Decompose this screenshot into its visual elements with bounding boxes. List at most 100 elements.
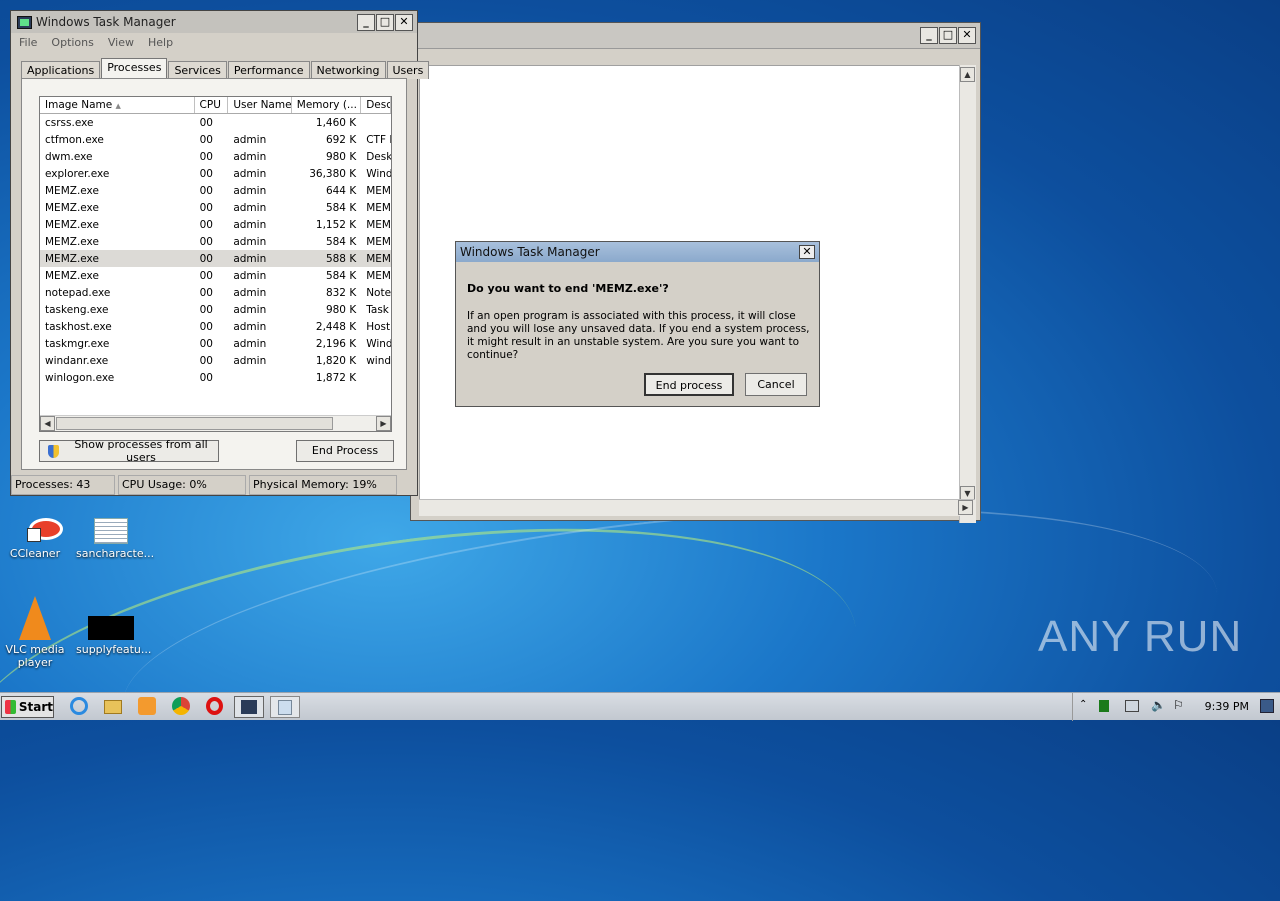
menu-view[interactable]: View: [108, 36, 134, 49]
table-row[interactable]: explorer.exe 00 admin 36,380 K Wind: [40, 165, 391, 182]
dialog-title: Windows Task Manager: [460, 245, 600, 259]
maximize-button[interactable]: □: [376, 14, 394, 31]
desktop-icon-supplyfeatu[interactable]: supplyfeatu...: [76, 596, 152, 656]
minimize-button[interactable]: _: [357, 14, 375, 31]
process-user: admin: [233, 303, 267, 316]
black-file-icon: [88, 616, 134, 640]
end-process-button[interactable]: End Process: [296, 440, 394, 462]
tab-users[interactable]: Users: [386, 61, 430, 79]
desktop-icon-label: VLC media player: [5, 643, 65, 669]
desktop-icon-vlc[interactable]: VLC media player: [0, 596, 70, 669]
process-name: taskeng.exe: [45, 303, 109, 316]
maximize-button[interactable]: □: [939, 27, 957, 44]
end-process-dialog[interactable]: Windows Task Manager ✕ Do you want to en…: [455, 241, 820, 407]
process-cpu: 00: [199, 252, 213, 265]
table-row[interactable]: ctfmon.exe 00 admin 692 K CTF L: [40, 131, 391, 148]
table-row[interactable]: taskeng.exe 00 admin 980 K Task: [40, 301, 391, 318]
table-row[interactable]: MEMZ.exe 00 admin 644 K MEMZ: [40, 182, 391, 199]
column-image-name[interactable]: Image Name ▲: [40, 97, 195, 113]
start-button[interactable]: Start: [1, 696, 54, 718]
show-hidden-icons-icon[interactable]: ⌃: [1079, 699, 1087, 710]
table-row[interactable]: MEMZ.exe 00 admin 584 K MEMZ: [40, 233, 391, 250]
vertical-scrollbar[interactable]: ▲ ▼: [959, 65, 976, 523]
tab-networking[interactable]: Networking: [310, 61, 386, 79]
scrollbar-thumb[interactable]: [56, 417, 333, 430]
horizontal-scrollbar[interactable]: ◀ ▶: [40, 415, 391, 431]
process-name: winlogon.exe: [45, 371, 115, 384]
table-row[interactable]: notepad.exe 00 admin 832 K Note: [40, 284, 391, 301]
tab-performance[interactable]: Performance: [227, 61, 310, 79]
task-manager-taskbar-button[interactable]: [234, 696, 264, 718]
process-description: Wind: [366, 167, 391, 180]
process-user: admin: [233, 320, 267, 333]
column-cpu[interactable]: CPU: [195, 97, 229, 113]
task-manager-window[interactable]: Windows Task Manager _ □ ✕ File Options …: [10, 10, 430, 496]
minimize-button[interactable]: _: [920, 27, 938, 44]
process-name: MEMZ.exe: [45, 235, 99, 248]
ie-icon[interactable]: [70, 697, 90, 717]
table-row[interactable]: taskhost.exe 00 admin 2,448 K Host: [40, 318, 391, 335]
desktop-icon-label: supplyfeatu...: [76, 643, 152, 656]
menu-options[interactable]: Options: [51, 36, 93, 49]
process-name: notepad.exe: [45, 286, 111, 299]
close-button[interactable]: ✕: [395, 14, 413, 31]
show-desktop-button[interactable]: [1260, 699, 1274, 713]
status-bar: Processes: 43 CPU Usage: 0% Physical Mem…: [11, 475, 417, 495]
column-user-name[interactable]: User Name: [228, 97, 292, 113]
table-row[interactable]: dwm.exe 00 admin 980 K Desk: [40, 148, 391, 165]
confirm-end-process-button[interactable]: End process: [644, 373, 734, 396]
scroll-left-icon[interactable]: ◀: [40, 416, 55, 431]
close-button[interactable]: ✕: [958, 27, 976, 44]
menu-file[interactable]: File: [19, 36, 37, 49]
process-description: MEMZ: [366, 235, 391, 248]
media-player-icon[interactable]: [138, 697, 158, 717]
chrome-icon[interactable]: [172, 697, 192, 717]
table-row[interactable]: MEMZ.exe 00 admin 588 K MEMZ: [40, 250, 391, 267]
process-list[interactable]: Image Name ▲ CPU User Name Memory (... D…: [39, 96, 392, 432]
process-user: admin: [233, 252, 267, 265]
table-row[interactable]: windanr.exe 00 admin 1,820 K wind: [40, 352, 391, 369]
volume-icon[interactable]: 🔈: [1151, 698, 1166, 712]
scroll-right-icon[interactable]: ▶: [958, 500, 973, 515]
process-rows: csrss.exe 00 1,460 K ctfmon.exe 00 admin 692 K…: [40, 114, 391, 386]
tab-services[interactable]: Services: [168, 61, 227, 79]
process-memory: 980 K: [325, 303, 357, 316]
process-description: Desk: [366, 150, 391, 163]
action-center-flag-icon[interactable]: ⚐: [1173, 698, 1184, 712]
desktop-icon-sancharacte[interactable]: sancharacte...: [76, 518, 154, 560]
clock[interactable]: 9:39 PM: [1205, 700, 1249, 713]
opera-icon[interactable]: [206, 697, 226, 717]
explorer-icon[interactable]: [104, 697, 124, 717]
table-row[interactable]: csrss.exe 00 1,460 K: [40, 114, 391, 131]
table-row[interactable]: MEMZ.exe 00 admin 584 K MEMZ: [40, 199, 391, 216]
scroll-right-icon[interactable]: ▶: [376, 416, 391, 431]
process-user: admin: [233, 337, 267, 350]
process-memory: 832 K: [325, 286, 357, 299]
table-row[interactable]: MEMZ.exe 00 admin 1,152 K MEMZ: [40, 216, 391, 233]
menu-help[interactable]: Help: [148, 36, 173, 49]
column-description[interactable]: Desc: [361, 97, 391, 113]
column-memory[interactable]: Memory (...: [292, 97, 362, 113]
background-window-titlebar[interactable]: [411, 23, 980, 49]
network-icon[interactable]: [1125, 700, 1139, 712]
desktop-icon-ccleaner[interactable]: CCleaner: [0, 518, 70, 560]
table-row[interactable]: MEMZ.exe 00 admin 584 K MEMZ: [40, 267, 391, 284]
anyrun-watermark: ANY RUN: [1038, 612, 1243, 661]
scroll-up-icon[interactable]: ▲: [960, 67, 975, 82]
tab-applications[interactable]: Applications: [21, 61, 101, 79]
horizontal-scrollbar[interactable]: ▶: [419, 499, 975, 516]
show-all-processes-button[interactable]: Show processes from all users: [39, 438, 219, 464]
dialog-titlebar[interactable]: Windows Task Manager: [456, 242, 819, 262]
cancel-button[interactable]: Cancel: [745, 373, 807, 396]
column-label: Image Name: [45, 99, 113, 111]
process-description: MEMZ: [366, 252, 391, 265]
process-user: admin: [233, 201, 267, 214]
close-icon[interactable]: ✕: [799, 245, 815, 259]
process-user: admin: [233, 354, 267, 367]
notepad-taskbar-button[interactable]: [270, 696, 300, 718]
green-tray-icon[interactable]: [1099, 700, 1109, 712]
table-row[interactable]: winlogon.exe 00 1,872 K: [40, 369, 391, 386]
tab-processes[interactable]: Processes: [101, 58, 168, 79]
process-cpu: 00: [199, 116, 213, 129]
table-row[interactable]: taskmgr.exe 00 admin 2,196 K Wind: [40, 335, 391, 352]
